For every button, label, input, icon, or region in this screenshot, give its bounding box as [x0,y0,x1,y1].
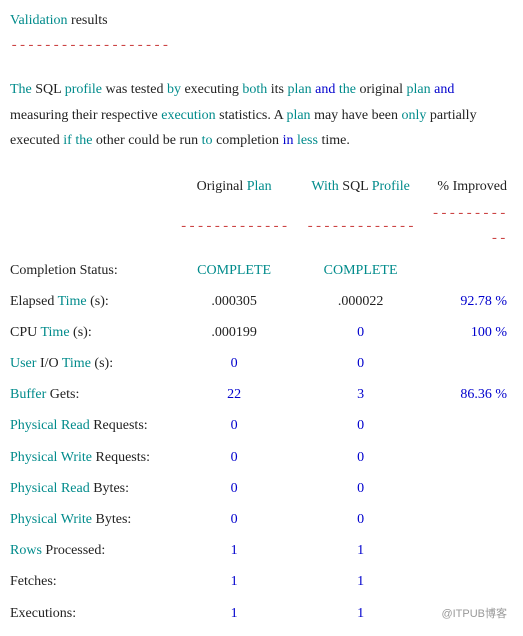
cpu-orig: .000199 [171,317,297,348]
intro-word: by [167,82,181,97]
intro-word: plan [407,82,431,97]
intro-word: profile [65,82,102,97]
intro-word: both [242,82,267,97]
header-divider: ------------------- [10,38,170,54]
row-phys-read-req: Physical Read Requests: 0 0 [10,410,513,441]
intro-word: completion [216,133,279,148]
col-original-plan: Original Plan [171,171,297,202]
table-header-row: Original Plan With SQL Profile % Improve… [10,171,513,202]
userio-orig: 0 [171,348,297,379]
intro-paragraph: The SQL profile was tested by executing … [10,77,513,153]
intro-word: The [10,82,32,97]
row-executions: Executions: 1 1 [10,598,513,629]
elapsed-prof: .000022 [297,286,423,317]
buffer-orig: 22 [171,379,297,410]
fetches-orig: 1 [171,566,297,597]
userio-imp [424,348,513,379]
row-elapsed-time: Elapsed Time (s): .000305 .000022 92.78 … [10,286,513,317]
elapsed-orig: .000305 [171,286,297,317]
pwritereq-imp [424,442,513,473]
row-phys-write-req: Physical Write Requests: 0 0 [10,442,513,473]
exec-orig: 1 [171,598,297,629]
intro-word: was tested [106,82,164,97]
intro-word: executing [184,82,238,97]
userio-prof: 0 [297,348,423,379]
row-user-io-time: User I/O Time (s): 0 0 [10,348,513,379]
row-completion-status: Completion Status: COMPLETE COMPLETE [10,255,513,286]
preadreq-prof: 0 [297,410,423,441]
completion-orig: COMPLETE [171,255,297,286]
row-buffer-gets: Buffer Gets: 22 3 86.36 % [10,379,513,410]
preadreq-imp [424,410,513,441]
buffer-imp: 86.36 % [424,379,513,410]
intro-word: less [297,133,318,148]
preadreq-orig: 0 [171,410,297,441]
intro-word: their respective [72,108,158,123]
table-dash-row: ------------- ------------- ----------- [10,202,513,254]
intro-word: if [63,133,72,148]
intro-word: SQL [35,82,61,97]
rowsproc-prof: 1 [297,535,423,566]
elapsed-imp: 92.78 % [424,286,513,317]
watermark: @ITPUB博客 [441,605,507,625]
intro-word: only [402,108,427,123]
exec-prof: 1 [297,598,423,629]
rowsproc-imp [424,535,513,566]
row-phys-write-bytes: Physical Write Bytes: 0 0 [10,504,513,535]
pwritebyte-prof: 0 [297,504,423,535]
intro-word: may have been [314,108,398,123]
pwritebyte-orig: 0 [171,504,297,535]
intro-word: plan [288,82,312,97]
row-phys-read-bytes: Physical Read Bytes: 0 0 [10,473,513,504]
fetches-imp [424,566,513,597]
intro-word: measuring [10,108,68,123]
header-block: Validation results ------------------- [10,8,513,59]
cpu-prof: 0 [297,317,423,348]
cpu-imp: 100 % [424,317,513,348]
intro-word: the [75,133,92,148]
col-percent-improved: % Improved [424,171,513,202]
row-rows-processed: Rows Processed: 1 1 [10,535,513,566]
stats-table: Original Plan With SQL Profile % Improve… [10,171,513,629]
pwritereq-prof: 0 [297,442,423,473]
row-fetches: Fetches: 1 1 [10,566,513,597]
preadbyte-orig: 0 [171,473,297,504]
intro-word: and [434,82,454,97]
header-validation: Validation [10,13,68,28]
pwritebyte-imp [424,504,513,535]
rowsproc-orig: 1 [171,535,297,566]
intro-word: original [359,82,403,97]
fetches-prof: 1 [297,566,423,597]
intro-word: to [202,133,213,148]
intro-word: in [283,133,294,148]
completion-prof: COMPLETE [297,255,423,286]
header-results: results [71,13,108,28]
intro-word: time. [321,133,349,148]
intro-word: statistics. A [219,108,283,123]
buffer-prof: 3 [297,379,423,410]
completion-imp [424,255,513,286]
intro-word: plan [286,108,310,123]
intro-word: execution [161,108,215,123]
preadbyte-imp [424,473,513,504]
intro-word: its [271,82,284,97]
preadbyte-prof: 0 [297,473,423,504]
pwritereq-orig: 0 [171,442,297,473]
row-cpu-time: CPU Time (s): .000199 0 100 % [10,317,513,348]
intro-word: and [315,82,335,97]
col-with-sql-profile: With SQL Profile [297,171,423,202]
intro-word: other could be run [96,133,198,148]
intro-word: the [339,82,356,97]
